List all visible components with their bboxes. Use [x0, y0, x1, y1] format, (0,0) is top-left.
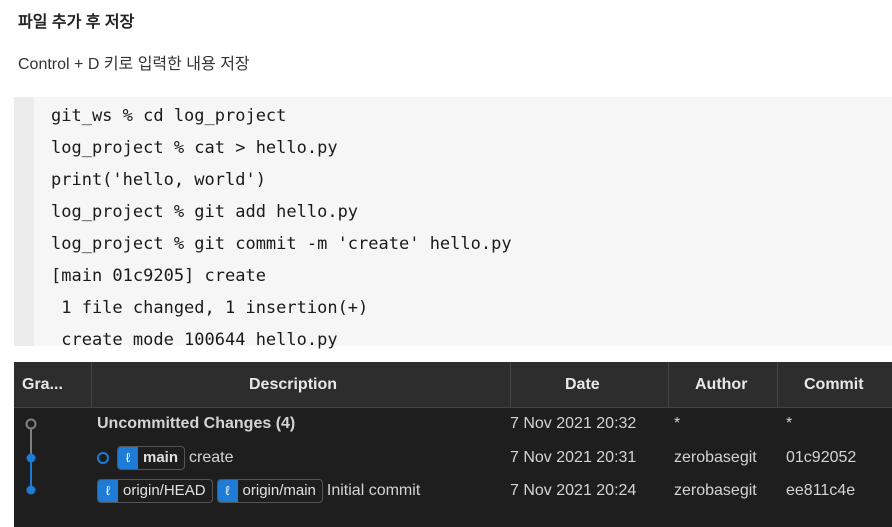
code-line: log_project % git commit -m 'create' hel… — [51, 234, 512, 254]
branch-ref-origin-main[interactable]: ℓ origin/main — [216, 478, 323, 503]
branch-icon: ℓ — [118, 446, 138, 469]
code-lines: git_ws % cd log_project log_project % ca… — [51, 100, 512, 356]
code-line: create mode 100644 hello.py — [51, 330, 338, 350]
commit-author: zerobasegit — [674, 482, 757, 499]
commit-hash: ee811c4e — [786, 482, 856, 499]
commit-date: 7 Nov 2021 20:31 — [510, 449, 637, 466]
commit-date: 7 Nov 2021 20:32 — [510, 415, 637, 432]
code-line: [main 01c9205] create — [51, 266, 266, 286]
column-divider[interactable] — [668, 362, 669, 407]
code-line: log_project % git add hello.py — [51, 202, 359, 222]
git-log-panel: Gra... Description Date Author Commit Un… — [14, 362, 892, 527]
code-line: log_project % cat > hello.py — [51, 138, 338, 158]
commit-row[interactable]: Uncommitted Changes (4) 7 Nov 2021 20:32… — [14, 408, 892, 440]
code-line: 1 file changed, 1 insertion(+) — [51, 298, 369, 318]
commit-date: 7 Nov 2021 20:24 — [510, 482, 637, 499]
commit-message: Initial commit — [326, 482, 421, 499]
git-log-header: Gra... Description Date Author Commit — [14, 362, 892, 408]
section-heading: 파일 추가 후 저장 — [18, 14, 135, 31]
branch-icon: ℓ — [217, 479, 238, 502]
commit-description: Uncommitted Changes (4) — [97, 415, 296, 432]
commit-row[interactable]: ℓ main create 7 Nov 2021 20:31 zerobasegit… — [14, 442, 892, 474]
column-header-commit[interactable]: Commit — [804, 362, 864, 407]
commit-description-cell: ℓ main create — [97, 442, 233, 474]
column-divider[interactable] — [510, 362, 511, 407]
section-description: Control + D 키로 입력한 내용 저장 — [18, 56, 250, 73]
commit-author: zerobasegit — [674, 449, 757, 466]
column-header-description[interactable]: Description — [249, 362, 337, 407]
commit-hash: 01c92052 — [786, 449, 857, 466]
commit-row[interactable]: ℓ origin/HEAD ℓ origin/main Initial commit 7… — [14, 475, 892, 507]
head-indicator-icon — [97, 451, 109, 464]
commit-author: * — [674, 415, 681, 432]
code-line: print('hello, world') — [51, 170, 266, 190]
column-divider[interactable] — [777, 362, 778, 407]
branch-ref-origin-head[interactable]: ℓ origin/HEAD — [97, 478, 213, 503]
column-header-author[interactable]: Author — [695, 362, 747, 407]
commit-description-cell: ℓ origin/HEAD ℓ origin/main Initial commit — [97, 475, 420, 507]
branch-ref-main[interactable]: ℓ main — [117, 445, 186, 470]
column-header-date[interactable]: Date — [565, 362, 600, 407]
code-block-gutter — [14, 97, 34, 346]
commit-message: create — [189, 449, 234, 466]
branch-icon: ℓ — [98, 479, 118, 502]
code-line: git_ws % cd log_project — [51, 106, 287, 126]
column-divider[interactable] — [91, 362, 92, 407]
commit-hash: * — [786, 415, 793, 432]
